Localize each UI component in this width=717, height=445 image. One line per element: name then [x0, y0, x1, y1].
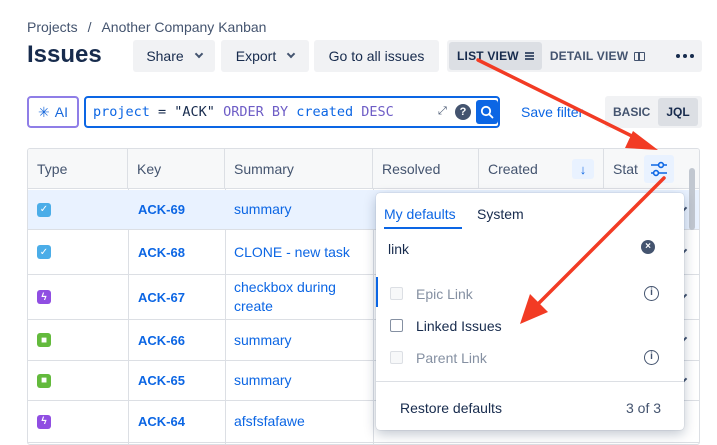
- detail-view-icon: [634, 51, 646, 61]
- clear-icon[interactable]: ×: [641, 240, 655, 254]
- search-icon: [480, 105, 494, 119]
- dot-icon: [683, 54, 687, 58]
- result-count: 3 of 3: [626, 400, 662, 416]
- detail-view-label: DETAIL VIEW: [549, 49, 629, 63]
- column-option-parent-link: Parent Link i: [376, 342, 684, 374]
- active-tab-indicator: [384, 227, 462, 229]
- ai-label: AI: [54, 104, 68, 120]
- go-to-all-issues-button[interactable]: Go to all issues: [314, 40, 439, 72]
- chevron-down-icon: [286, 49, 296, 59]
- checkbox: [390, 287, 403, 300]
- jql-value: "ACK": [174, 104, 215, 120]
- sort-descending-icon[interactable]: ↓: [572, 159, 594, 179]
- jql-input[interactable]: project = "ACK" ORDER BY created DESC ⤢ …: [84, 96, 500, 128]
- view-toggle: LIST VIEW DETAIL VIEW: [447, 40, 688, 72]
- subtask-type-icon: ϟ: [37, 414, 51, 429]
- jql-direction: DESC: [353, 104, 394, 120]
- dot-icon: [676, 54, 680, 58]
- issue-key-link[interactable]: ACK-67: [138, 290, 185, 305]
- jql-mode-button[interactable]: JQL: [658, 98, 698, 126]
- dot-icon: [690, 54, 694, 58]
- checkbox: [390, 351, 403, 364]
- table-scrollbar[interactable]: [688, 150, 697, 440]
- tab-my-defaults[interactable]: My defaults: [384, 206, 456, 222]
- list-view-button[interactable]: LIST VIEW: [449, 42, 542, 70]
- story-type-icon: ■: [37, 333, 51, 347]
- column-option-linked-issues[interactable]: Linked Issues: [376, 310, 684, 342]
- info-icon[interactable]: i: [644, 286, 659, 301]
- task-type-icon: ✓: [37, 202, 51, 217]
- search-button[interactable]: [476, 100, 498, 124]
- subtask-type-icon: ϟ: [37, 290, 51, 304]
- breadcrumb: Projects / Another Company Kanban: [27, 19, 266, 35]
- issue-summary-link[interactable]: summary: [234, 331, 354, 350]
- story-type-icon: ■: [37, 373, 51, 388]
- issue-summary-link[interactable]: summary: [234, 371, 354, 390]
- issue-summary-link[interactable]: CLONE - new task: [234, 243, 354, 262]
- ai-search-button[interactable]: ✳ AI: [27, 96, 79, 128]
- column-header-type[interactable]: Type: [28, 149, 128, 189]
- column-picker-popup: My defaults System link × Epic Link i Li…: [376, 193, 684, 430]
- list-view-label: LIST VIEW: [457, 49, 519, 63]
- more-actions-button[interactable]: [668, 40, 702, 72]
- share-button[interactable]: Share: [133, 40, 215, 72]
- task-type-icon: ✓: [37, 245, 51, 259]
- export-button[interactable]: Export: [221, 40, 309, 72]
- info-icon[interactable]: i: [644, 350, 659, 365]
- column-option-epic-link: Epic Link i: [376, 278, 684, 310]
- go-to-all-issues-label: Go to all issues: [328, 48, 425, 64]
- column-option-label[interactable]: Linked Issues: [416, 318, 502, 334]
- chevron-down-icon: [194, 49, 203, 59]
- sparkle-icon: ✳: [38, 103, 50, 120]
- search-mode-toggle: BASIC JQL: [605, 96, 702, 128]
- share-label: Share: [146, 48, 184, 64]
- jql-order-keyword: ORDER BY: [214, 104, 297, 120]
- sliders-icon: [651, 161, 667, 177]
- issue-key-link[interactable]: ACK-65: [138, 373, 185, 388]
- column-option-label: Parent Link: [416, 350, 487, 366]
- column-header-summary[interactable]: Summary: [225, 149, 373, 189]
- divider: [376, 381, 684, 382]
- tab-system[interactable]: System: [477, 206, 524, 222]
- basic-mode-button[interactable]: BASIC: [605, 98, 658, 126]
- list-icon: [524, 52, 534, 60]
- column-option-label: Epic Link: [416, 286, 473, 302]
- issue-summary-link[interactable]: summary: [234, 200, 354, 219]
- breadcrumb-separator: /: [87, 19, 92, 35]
- jql-sort-field: created: [296, 104, 354, 120]
- breadcrumb-projects[interactable]: Projects: [27, 19, 78, 35]
- column-header-resolved[interactable]: Resolved: [373, 149, 479, 189]
- column-header-key[interactable]: Key: [128, 149, 225, 189]
- issue-key-link[interactable]: ACK-69: [138, 202, 185, 217]
- breadcrumb-project-name[interactable]: Another Company Kanban: [101, 19, 266, 35]
- jql-field: project: [93, 104, 150, 120]
- scrollbar-thumb[interactable]: [689, 168, 695, 230]
- expand-icon[interactable]: ⤢: [438, 105, 447, 118]
- help-icon[interactable]: ?: [455, 104, 471, 120]
- restore-defaults-button[interactable]: Restore defaults: [400, 400, 502, 416]
- column-config-button[interactable]: [644, 155, 674, 183]
- save-filter-link[interactable]: Save filter: [521, 104, 583, 120]
- issue-key-link[interactable]: ACK-64: [138, 414, 185, 429]
- checkbox[interactable]: [390, 319, 403, 332]
- table-header: Type Key Summary Resolved Created ↓ Stat: [28, 149, 699, 189]
- issue-summary-link[interactable]: checkbox during create: [234, 278, 354, 316]
- issue-summary-link[interactable]: afsfsfafawe: [234, 412, 354, 431]
- column-search-input[interactable]: link: [388, 241, 409, 257]
- page-title: Issues: [27, 41, 102, 68]
- jql-operator: =: [149, 104, 175, 120]
- jql-query-text[interactable]: project = "ACK" ORDER BY created DESC: [93, 104, 394, 120]
- export-label: Export: [235, 48, 277, 64]
- detail-view-button[interactable]: DETAIL VIEW: [542, 42, 653, 70]
- issue-key-link[interactable]: ACK-68: [138, 245, 185, 260]
- issue-key-link[interactable]: ACK-66: [138, 333, 185, 348]
